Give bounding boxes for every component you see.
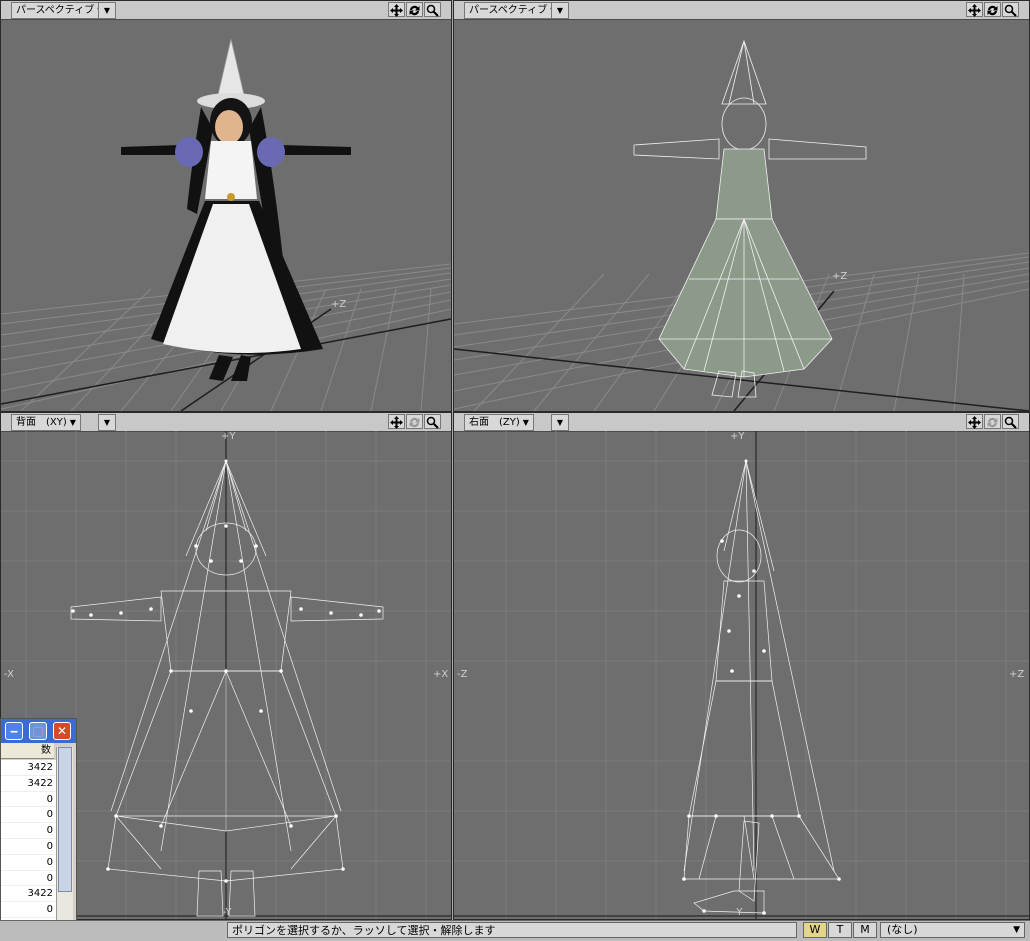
stats-value: 0 (1, 823, 56, 839)
stats-value: 3422 (1, 886, 56, 903)
stats-value: 0 (1, 839, 56, 855)
view-type-menu[interactable]: 右面 (ZY) ▼ (464, 414, 534, 431)
viewport-perspective-shaded[interactable]: パースペクティブ▼ ▼ (0, 0, 452, 412)
minimize-button[interactable]: ‒ (5, 722, 23, 740)
move-icon[interactable] (966, 414, 983, 429)
close-button[interactable]: ✕ (53, 722, 71, 740)
stats-value: 3422 (1, 760, 56, 776)
y-minus-label: -Y (223, 907, 232, 918)
status-bar: ポリゴンを選択するか、ラッソして選択・解除します W T M (なし) ▼ (0, 920, 1030, 941)
selection-set-value: (なし) (887, 923, 918, 936)
status-message: ポリゴンを選択するか、ラッソして選択・解除します (227, 922, 797, 938)
ortho-grid (454, 431, 1029, 919)
y-plus-label: +Y (730, 431, 745, 442)
y-minus-label: -Y (734, 907, 743, 918)
y-plus-label: +Y (221, 431, 236, 442)
stats-value: 0 (1, 871, 56, 887)
view-type-label: 右面 (ZY) (469, 417, 520, 428)
chevron-down-icon: ▼ (69, 418, 76, 427)
viewport-header: 右面 (ZY) ▼ ▼ (454, 413, 1029, 432)
viewport-header: 背面 (XY) ▼ ▼ (1, 413, 451, 432)
selection-set-dropdown[interactable]: (なし) ▼ (880, 922, 1025, 938)
window-title-bar[interactable]: ‒ □ ✕ (1, 719, 76, 743)
viewport-options-dropdown[interactable]: ▼ (98, 414, 116, 431)
maximize-button[interactable]: □ (29, 722, 47, 740)
zoom-icon[interactable] (1002, 414, 1019, 429)
viewport-canvas[interactable]: +Y -Y -Z +Z (454, 431, 1029, 919)
wireframe-character-model (633, 39, 867, 398)
zoom-icon[interactable] (424, 2, 441, 17)
stats-value: 0 (1, 902, 56, 918)
mode-t-button[interactable]: T (828, 922, 852, 938)
view-type-label: 背面 (XY) (16, 417, 67, 428)
z-plus-label: +Z (1009, 669, 1025, 680)
stats-list: 3422 3422 0 0 0 0 0 0 3422 0 (1, 760, 56, 939)
rotate-icon[interactable] (406, 2, 423, 17)
stats-value: 0 (1, 807, 56, 824)
mode-w-button[interactable]: W (803, 922, 827, 938)
count-column-header: 数 (1, 743, 54, 759)
stats-value: 0 (1, 792, 56, 808)
viewport-canvas[interactable]: +Z (454, 19, 1029, 411)
viewport-options-dropdown[interactable]: ▼ (98, 2, 116, 19)
rotate-icon[interactable] (984, 2, 1001, 17)
view-type-menu[interactable]: 背面 (XY) ▼ (11, 414, 81, 431)
viewport-canvas[interactable]: +Z (1, 19, 451, 411)
rotate-icon (984, 414, 1001, 429)
zoom-icon[interactable] (1002, 2, 1019, 17)
statistics-window[interactable]: ‒ □ ✕ 数 3422 3422 0 0 0 0 0 0 3422 0 (0, 718, 77, 940)
viewport-tools (965, 414, 1019, 429)
z-axis-label: +Z (832, 271, 848, 282)
x-minus-label: -X (4, 669, 14, 680)
move-icon[interactable] (388, 2, 405, 17)
move-icon[interactable] (388, 414, 405, 429)
wireframe-character-model (683, 460, 840, 914)
x-plus-label: +X (433, 669, 449, 680)
stats-value: 0 (1, 855, 56, 871)
stats-value: 3422 (1, 776, 56, 792)
viewport-tools (965, 2, 1019, 17)
view-type-menu[interactable]: パースペクティブ▼ (11, 2, 109, 19)
view-type-label: パースペクティブ (469, 5, 548, 16)
z-axis-label: +Z (331, 299, 347, 310)
viewport-perspective-wire[interactable]: パースペクティブ▼ ▼ (453, 0, 1030, 412)
zoom-icon[interactable] (424, 414, 441, 429)
mode-m-button[interactable]: M (853, 922, 877, 938)
viewport-options-dropdown[interactable]: ▼ (551, 2, 569, 19)
viewport-options-dropdown[interactable]: ▼ (551, 414, 569, 431)
z-minus-label: -Z (457, 669, 468, 680)
shaded-character-model (121, 38, 351, 381)
scrollbar-thumb[interactable] (58, 747, 72, 892)
viewport-header: パースペクティブ▼ ▼ (1, 1, 451, 20)
vertical-scrollbar[interactable] (56, 747, 73, 939)
chevron-down-icon: ▼ (522, 418, 529, 427)
move-icon[interactable] (966, 2, 983, 17)
view-type-label: パースペクティブ (16, 5, 95, 16)
viewport-header: パースペクティブ▼ ▼ (454, 1, 1029, 20)
view-type-menu[interactable]: パースペクティブ▼ (464, 2, 562, 19)
viewport-tools (387, 414, 441, 429)
viewport-tools (387, 2, 441, 17)
rotate-icon (406, 414, 423, 429)
viewport-right-zy[interactable]: 右面 (ZY) ▼ ▼ +Y -Y -Z +Z (453, 412, 1030, 920)
chevron-down-icon: ▼ (1013, 925, 1020, 935)
wireframe-character-model (70, 460, 384, 917)
